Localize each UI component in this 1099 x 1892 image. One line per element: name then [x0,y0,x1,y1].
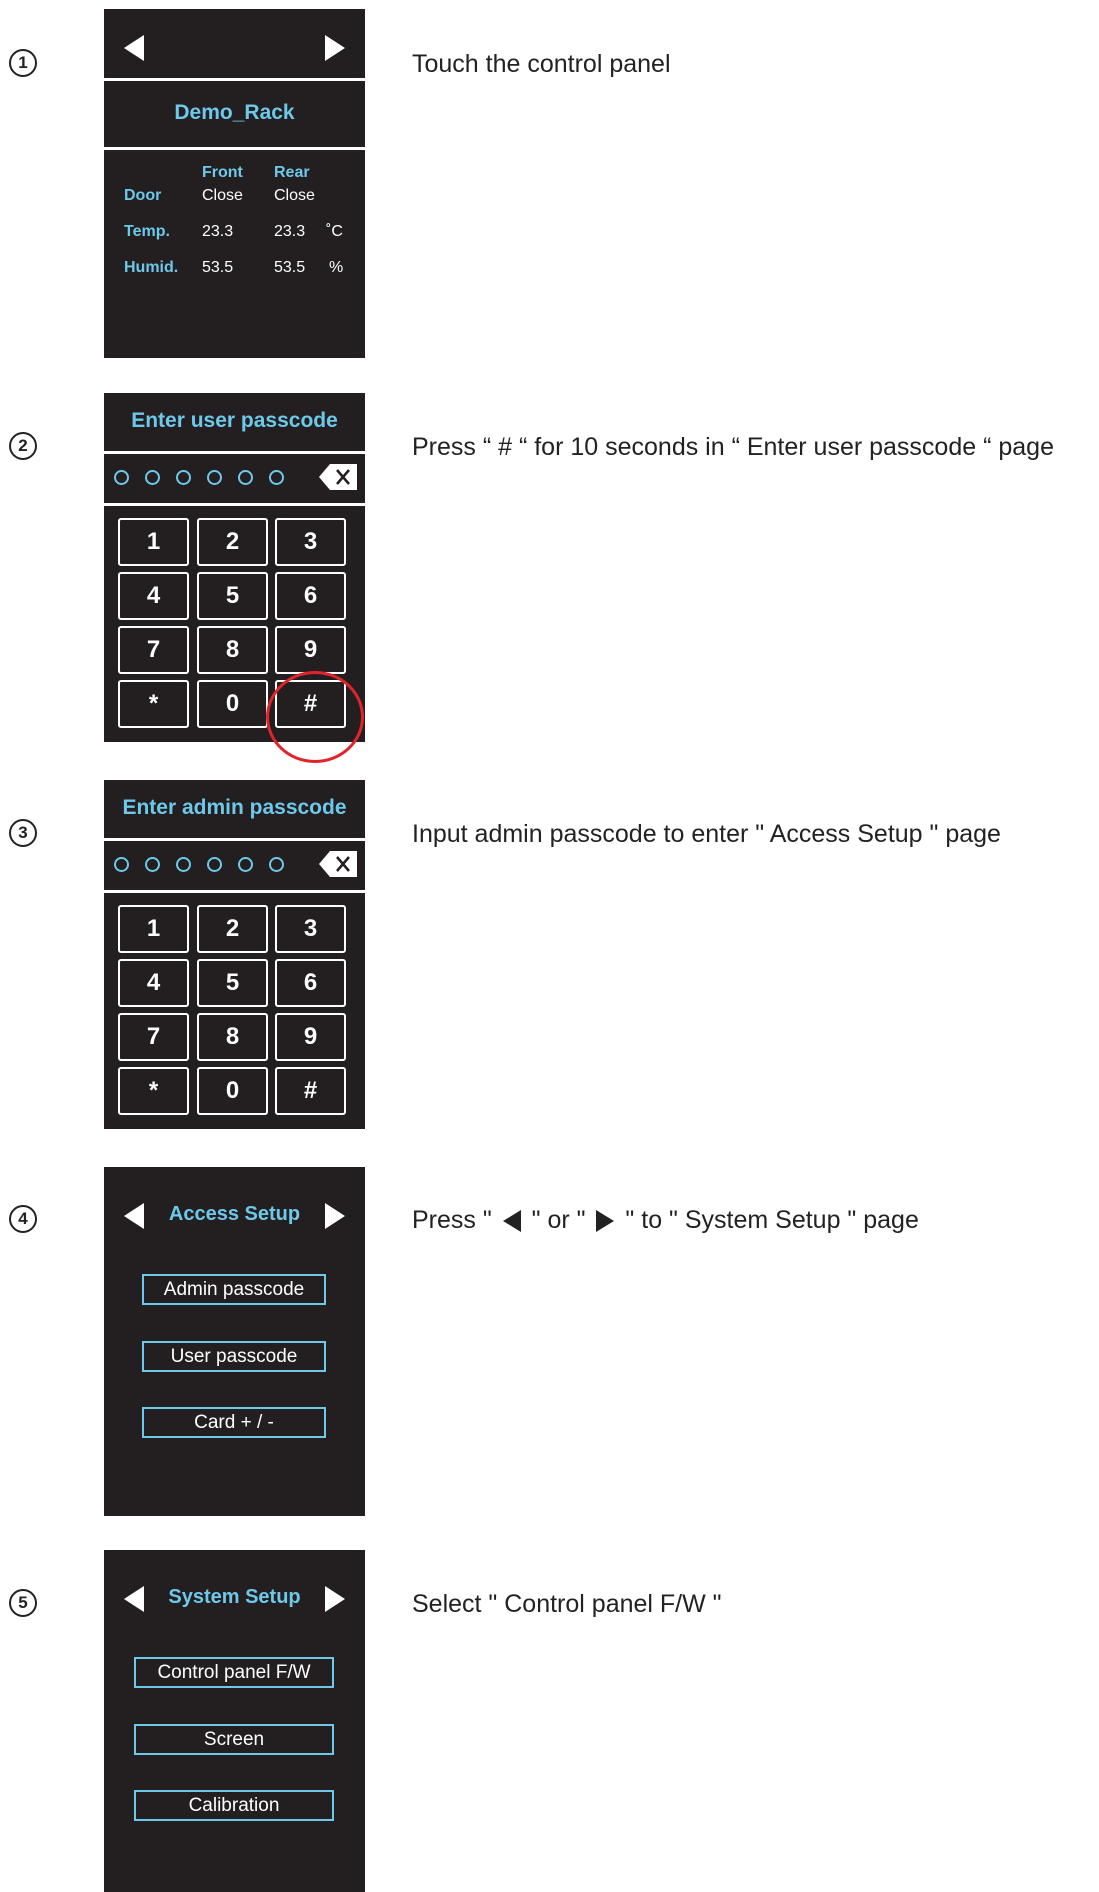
key-3[interactable]: 3 [275,905,346,953]
step-instruction: Press " " or " " to " System Setup " pag… [412,1206,919,1235]
key-hash[interactable]: # [275,1067,346,1115]
humid-rear-value: 53.5 [274,259,306,276]
instruction-text: Press " [412,1206,492,1234]
key-4[interactable]: 4 [118,959,189,1007]
next-arrow-icon[interactable] [325,35,345,61]
key-6[interactable]: 6 [275,572,346,620]
instruction-text: " to " System Setup " page [625,1206,919,1234]
step-number: 1 [9,49,37,77]
key-5[interactable]: 5 [197,959,268,1007]
key-1[interactable]: 1 [118,518,189,566]
control-panel-fw-button[interactable]: Control panel F/W [134,1657,334,1688]
row-label-temp: Temp. [124,223,170,240]
divider [104,147,365,150]
prev-arrow-icon[interactable] [124,35,144,61]
key-9[interactable]: 9 [275,626,346,674]
rack-name: Demo_Rack [174,101,295,124]
key-2[interactable]: 2 [197,518,268,566]
key-2[interactable]: 2 [197,905,268,953]
screen-button[interactable]: Screen [134,1724,334,1755]
backspace-icon[interactable] [318,850,358,878]
step-instruction: Press “ # “ for 10 seconds in “ Enter us… [412,433,1054,461]
key-7[interactable]: 7 [118,626,189,674]
key-7[interactable]: 7 [118,1013,189,1061]
step-number: 4 [9,1205,37,1233]
humid-unit: % [329,259,344,276]
key-9[interactable]: 9 [275,1013,346,1061]
key-0[interactable]: 0 [197,680,268,728]
door-rear-value: Close [274,187,315,204]
key-star[interactable]: * [118,680,189,728]
divider [104,503,365,506]
humid-front-value: 53.5 [202,259,234,276]
key-6[interactable]: 6 [275,959,346,1007]
step-instruction: Input admin passcode to enter " Access S… [412,820,1001,848]
access-setup-panel: Access Setup Admin passcode User passcod… [104,1167,365,1516]
card-add-remove-button[interactable]: Card + / - [142,1407,326,1438]
highlight-circle [266,671,364,763]
temp-front-value: 23.3 [202,223,234,240]
keypad-title: Enter user passcode [131,409,338,432]
right-triangle-icon [596,1210,615,1233]
divider [104,451,365,454]
column-header-rear: Rear [274,164,310,181]
instruction-text: " or " [531,1206,586,1234]
key-8[interactable]: 8 [197,626,268,674]
row-label-door: Door [124,187,162,204]
divider [104,838,365,841]
key-5[interactable]: 5 [197,572,268,620]
passcode-dots [114,457,300,497]
passcode-dots [114,844,300,884]
row-label-humid: Humid. [124,259,179,276]
column-header-front: Front [202,164,243,181]
user-passcode-button[interactable]: User passcode [142,1341,326,1372]
key-8[interactable]: 8 [197,1013,268,1061]
backspace-icon[interactable] [318,463,358,491]
divider [104,890,365,893]
next-arrow-icon[interactable] [325,1203,345,1229]
divider [104,78,365,81]
next-arrow-icon[interactable] [325,1586,345,1612]
step-number: 2 [9,432,37,460]
key-0[interactable]: 0 [197,1067,268,1115]
status-panel[interactable]: Demo_Rack Front Rear Door Close Close Te… [104,9,365,358]
admin-passcode-panel: Enter admin passcode 1 2 3 4 5 6 7 8 9 *… [104,780,365,1129]
step-number: 3 [9,819,37,847]
admin-passcode-button[interactable]: Admin passcode [142,1274,326,1305]
left-triangle-icon [502,1210,521,1233]
key-3[interactable]: 3 [275,518,346,566]
key-4[interactable]: 4 [118,572,189,620]
temp-unit: ˚C [326,223,343,240]
key-star[interactable]: * [118,1067,189,1115]
key-1[interactable]: 1 [118,905,189,953]
door-front-value: Close [202,187,243,204]
keypad-title: Enter admin passcode [122,796,347,819]
system-setup-panel: System Setup Control panel F/W Screen Ca… [104,1550,365,1892]
step-number: 5 [9,1589,37,1617]
step-instruction: Select " Control panel F/W " [412,1590,722,1618]
temp-rear-value: 23.3 [274,223,306,240]
step-instruction: Touch the control panel [412,50,671,78]
calibration-button[interactable]: Calibration [134,1790,334,1821]
